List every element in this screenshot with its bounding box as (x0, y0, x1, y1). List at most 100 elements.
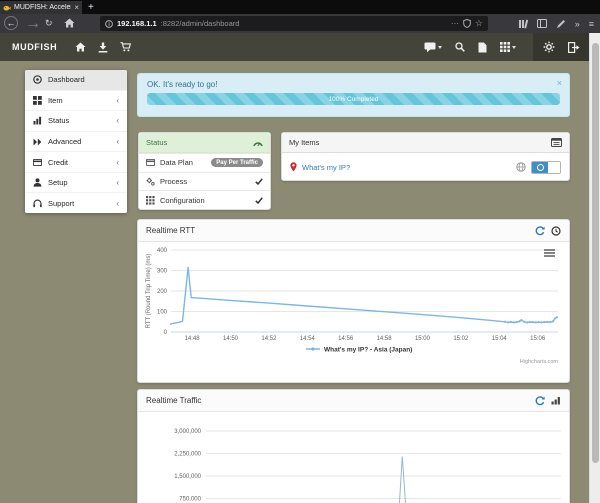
user-icon (33, 178, 42, 187)
my-items-panel: My Items What's my IP? (281, 132, 570, 181)
th-icon (146, 196, 155, 205)
chevron-left-icon: ‹ (116, 96, 119, 105)
clock-icon[interactable] (551, 226, 561, 236)
nav-home-icon[interactable] (75, 42, 86, 52)
home-button-icon[interactable] (64, 18, 75, 28)
sidebar-item-label: Item (48, 96, 110, 105)
status-panel-header: Status (139, 133, 270, 153)
forward-button[interactable]: → (25, 16, 41, 31)
extension-pen-icon[interactable] (556, 19, 566, 29)
refresh-icon[interactable] (535, 226, 545, 236)
settings-gear-icon[interactable] (543, 41, 555, 53)
svg-text:300: 300 (157, 269, 168, 275)
back-button[interactable]: ← (4, 16, 18, 30)
status-row-label: Process (160, 177, 250, 186)
shield-icon[interactable] (463, 19, 471, 28)
sidebar-toggle-icon[interactable] (537, 19, 547, 28)
sidebar-item-advanced[interactable]: Advanced ‹ (25, 131, 127, 152)
sidebar-item-label: Dashboard (48, 75, 119, 84)
svg-text:200: 200 (157, 289, 168, 295)
nav-download-icon[interactable] (98, 42, 108, 53)
chevron-left-icon: ‹ (116, 137, 119, 146)
url-bar[interactable]: 192.168.1.1:8282/admin/dashboard ··· ☆ (100, 16, 488, 31)
library-icon[interactable] (518, 19, 528, 29)
mudfish-favicon (3, 4, 11, 12)
app-menu-icon[interactable]: ≡ (589, 19, 594, 29)
alert-message: OK. It's ready to go! (147, 80, 217, 89)
data-plan-badge: Pay Per Traffic (211, 158, 263, 167)
feedback-comment-icon[interactable] (424, 42, 442, 53)
tab-close-icon[interactable]: × (74, 3, 79, 12)
gear-dot-icon (537, 164, 544, 171)
list-alt-icon (551, 138, 562, 147)
credit-card-icon (33, 159, 42, 166)
svg-text:3,000,000: 3,000,000 (174, 429, 201, 435)
sidebar-item-item[interactable]: Item ‹ (25, 90, 127, 111)
realtime-traffic-panel: Realtime Traffic 3,000,0002,250,0001,500… (137, 389, 570, 503)
status-panel: Status Data Plan Pay Per Traffic Process… (138, 132, 271, 210)
toggle-off-side (548, 162, 560, 173)
item-row-whats-my-ip: What's my IP? (282, 153, 569, 181)
nav-cart-icon[interactable] (120, 42, 131, 52)
status-row-label: Data Plan (160, 158, 206, 167)
svg-text:2,250,000: 2,250,000 (174, 452, 201, 458)
my-items-title: My Items (289, 138, 551, 147)
rtt-panel-header: Realtime RTT (138, 220, 569, 242)
item-enable-toggle[interactable] (531, 161, 561, 174)
svg-text:14:58: 14:58 (377, 336, 393, 342)
overflow-chevrons-icon[interactable]: » (575, 19, 580, 29)
ready-alert: OK. It's ready to go! × 100% Completed (137, 73, 570, 117)
status-row-data-plan[interactable]: Data Plan Pay Per Traffic (139, 153, 270, 172)
bookmark-star-icon[interactable]: ☆ (475, 18, 483, 29)
caret-down-icon (512, 46, 516, 49)
check-icon (255, 178, 263, 185)
site-info-icon[interactable] (105, 20, 113, 28)
apps-grid-icon[interactable] (500, 42, 516, 52)
sidebar-item-setup[interactable]: Setup ‹ (25, 172, 127, 193)
bar-chart-icon (33, 116, 42, 125)
scrollbar-thumb[interactable] (592, 43, 599, 463)
sidebar-item-status[interactable]: Status ‹ (25, 110, 127, 131)
alert-close-icon[interactable]: × (557, 78, 562, 88)
traffic-panel-title: Realtime Traffic (146, 396, 535, 405)
page-scrollbar[interactable] (589, 33, 600, 503)
search-icon[interactable] (455, 42, 465, 52)
status-row-label: Configuration (160, 196, 250, 205)
traffic-panel-header: Realtime Traffic (138, 390, 569, 412)
sidebar-item-support[interactable]: Support ‹ (25, 192, 127, 213)
signal-bars-icon[interactable] (551, 396, 561, 405)
status-row-process[interactable]: Process (139, 172, 270, 191)
realtime-rtt-panel: Realtime RTT 010020030040014:4814:5014:5… (137, 219, 570, 383)
caret-down-icon (438, 46, 442, 49)
th-large-icon (33, 96, 42, 105)
svg-text:0: 0 (164, 330, 168, 336)
page-actions-icon[interactable]: ··· (451, 19, 459, 28)
svg-text:14:48: 14:48 (185, 336, 201, 342)
globe-icon[interactable] (516, 162, 526, 172)
svg-text:15:04: 15:04 (492, 336, 508, 342)
new-tab-button[interactable]: + (88, 0, 94, 14)
brand-logo[interactable]: MUDFISH (12, 42, 57, 52)
svg-text:750,000: 750,000 (179, 497, 201, 503)
sidebar-item-dashboard[interactable]: Dashboard (25, 70, 127, 90)
status-row-configuration[interactable]: Configuration (139, 190, 270, 209)
chevron-left-icon: ‹ (116, 199, 119, 208)
toolbar-right-icons: » ≡ (518, 14, 594, 33)
sidebar-item-label: Status (48, 116, 110, 125)
sidebar-item-credit[interactable]: Credit ‹ (25, 151, 127, 172)
gauge-icon (253, 139, 263, 147)
sidebar-item-label: Setup (48, 178, 110, 187)
my-items-header: My Items (282, 133, 569, 153)
app-navbar: MUDFISH (0, 33, 600, 61)
navbar-right (424, 33, 590, 61)
toggle-on-side (532, 162, 548, 173)
sidebar-item-label: Credit (48, 158, 110, 167)
document-icon[interactable] (478, 42, 487, 53)
whats-my-ip-link[interactable]: What's my IP? (302, 163, 511, 172)
reload-button[interactable]: ↻ (45, 16, 53, 31)
svg-text:15:02: 15:02 (453, 336, 469, 342)
browser-tab[interactable]: MUDFISH: Acceleration A × (0, 1, 82, 14)
refresh-icon[interactable] (535, 396, 545, 406)
logout-icon[interactable] (568, 42, 580, 53)
status-panel-title: Status (146, 138, 253, 147)
